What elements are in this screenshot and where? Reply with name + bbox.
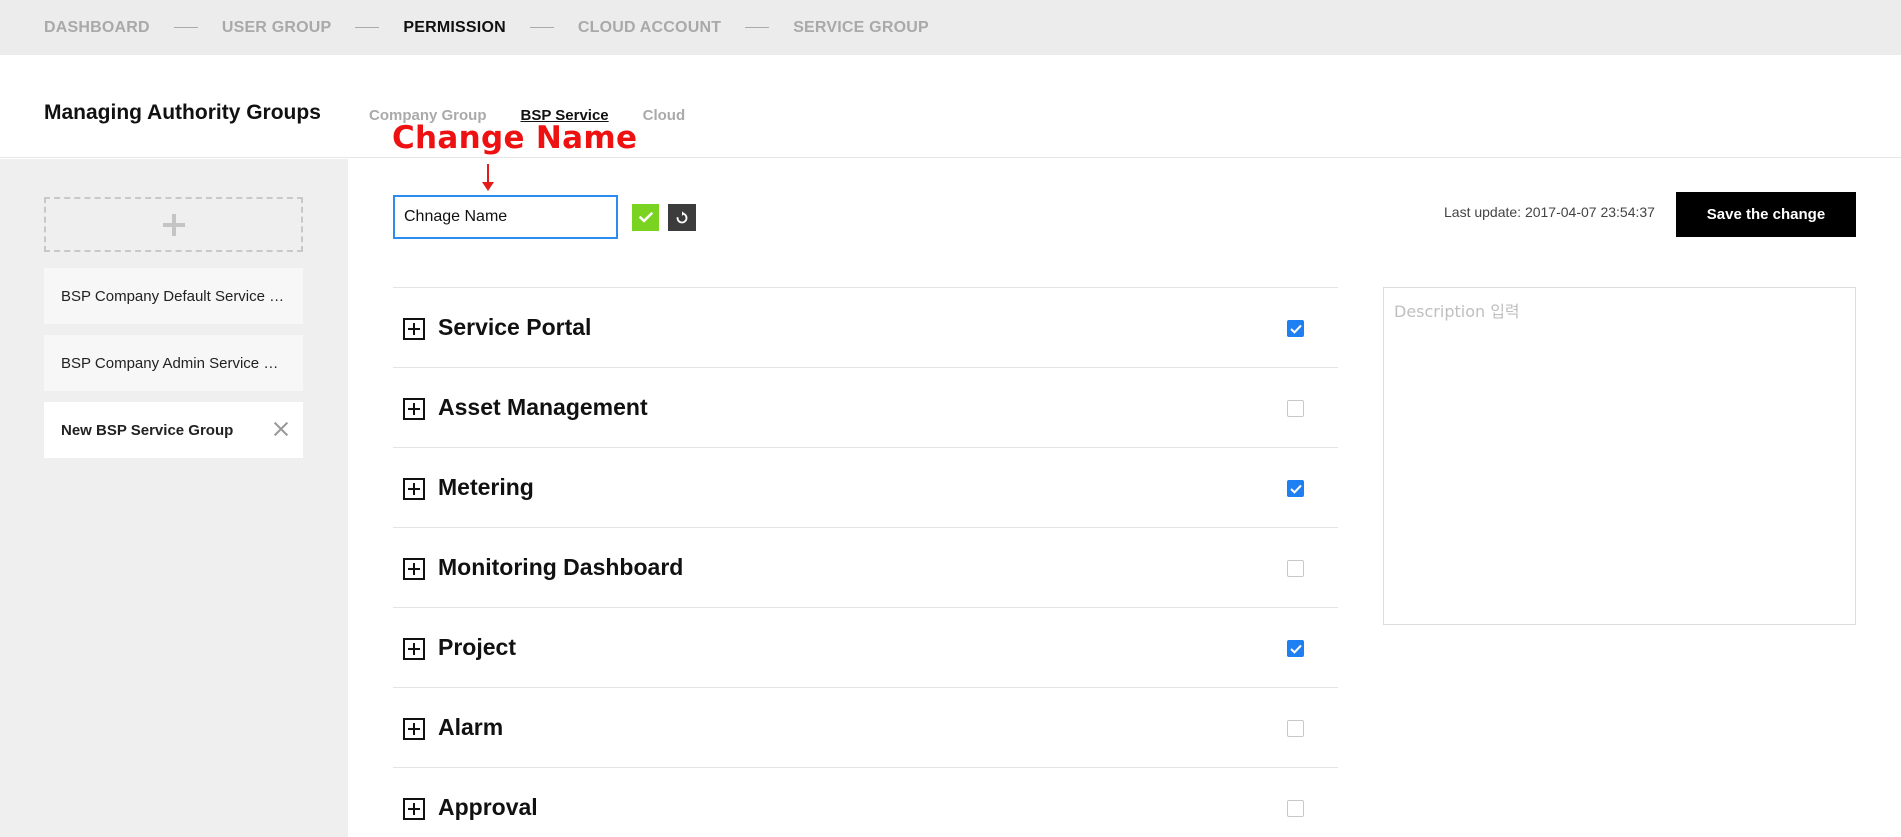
permission-row: Approval (393, 767, 1338, 837)
permission-row: Metering (393, 447, 1338, 527)
group-name-input[interactable] (393, 195, 618, 239)
group-item[interactable]: BSP Company Admin Service Group (44, 335, 303, 391)
reset-name-button[interactable] (668, 204, 696, 231)
group-item-label: BSP Company Admin Service Group (61, 354, 287, 372)
permission-row: Service Portal (393, 287, 1338, 367)
permission-checkbox[interactable] (1287, 480, 1304, 497)
permission-name: Asset Management (438, 394, 648, 420)
description-textarea[interactable] (1383, 287, 1856, 625)
permission-checkbox[interactable] (1287, 560, 1304, 577)
last-update-text: Last update: 2017-04-07 23:54:37 (1444, 204, 1655, 220)
group-item-selected[interactable]: New BSP Service Group (44, 402, 303, 458)
permission-row: Monitoring Dashboard (393, 527, 1338, 607)
permission-row: Project (393, 607, 1338, 687)
expand-plus-icon[interactable] (403, 478, 425, 500)
permission-list: Service Portal Asset Management Metering… (393, 287, 1338, 837)
permission-name: Service Portal (438, 314, 592, 340)
permission-row: Asset Management (393, 367, 1338, 447)
arrow-down-icon (482, 164, 494, 191)
close-icon[interactable] (273, 421, 289, 437)
group-item-label: New BSP Service Group (61, 421, 234, 439)
refresh-icon (676, 210, 688, 223)
check-icon (638, 212, 653, 223)
page-header: Managing Authority Groups Company Group … (0, 55, 1901, 158)
group-item-label: BSP Company Default Service Group (61, 287, 287, 305)
permission-row: Alarm (393, 687, 1338, 767)
add-group-button[interactable] (44, 197, 303, 252)
step-divider (173, 27, 198, 28)
permission-checkbox[interactable] (1287, 720, 1304, 737)
permission-name: Project (438, 634, 516, 660)
expand-plus-icon[interactable] (403, 318, 425, 340)
annotation-label: Change Name (392, 120, 638, 156)
permission-name: Metering (438, 474, 534, 500)
permission-name: Approval (438, 794, 538, 820)
page-title: Managing Authority Groups (44, 101, 321, 124)
expand-plus-icon[interactable] (403, 398, 425, 420)
permission-checkbox[interactable] (1287, 640, 1304, 657)
permission-checkbox[interactable] (1287, 400, 1304, 417)
step-service-group[interactable]: SERVICE GROUP (793, 19, 929, 37)
expand-plus-icon[interactable] (403, 638, 425, 660)
step-navigation: DASHBOARD USER GROUP PERMISSION CLOUD AC… (0, 0, 1901, 55)
step-user-group[interactable]: USER GROUP (222, 19, 332, 37)
step-dashboard[interactable]: DASHBOARD (44, 19, 150, 37)
permission-checkbox[interactable] (1287, 320, 1304, 337)
step-divider (529, 27, 554, 28)
permission-name: Monitoring Dashboard (438, 554, 684, 580)
permission-checkbox[interactable] (1287, 800, 1304, 817)
group-item[interactable]: BSP Company Default Service Group (44, 268, 303, 324)
save-change-button[interactable]: Save the change (1676, 192, 1856, 237)
plus-icon (162, 213, 185, 236)
step-cloud-account[interactable]: CLOUD ACCOUNT (578, 19, 721, 37)
permission-name: Alarm (438, 714, 504, 740)
group-sidebar: BSP Company Default Service Group BSP Co… (0, 159, 348, 837)
step-divider (745, 27, 770, 28)
confirm-name-button[interactable] (632, 204, 659, 231)
tab-cloud[interactable]: Cloud (643, 107, 686, 124)
expand-plus-icon[interactable] (403, 558, 425, 580)
step-permission[interactable]: PERMISSION (403, 19, 505, 37)
expand-plus-icon[interactable] (403, 798, 425, 820)
step-divider (355, 27, 380, 28)
expand-plus-icon[interactable] (403, 718, 425, 740)
